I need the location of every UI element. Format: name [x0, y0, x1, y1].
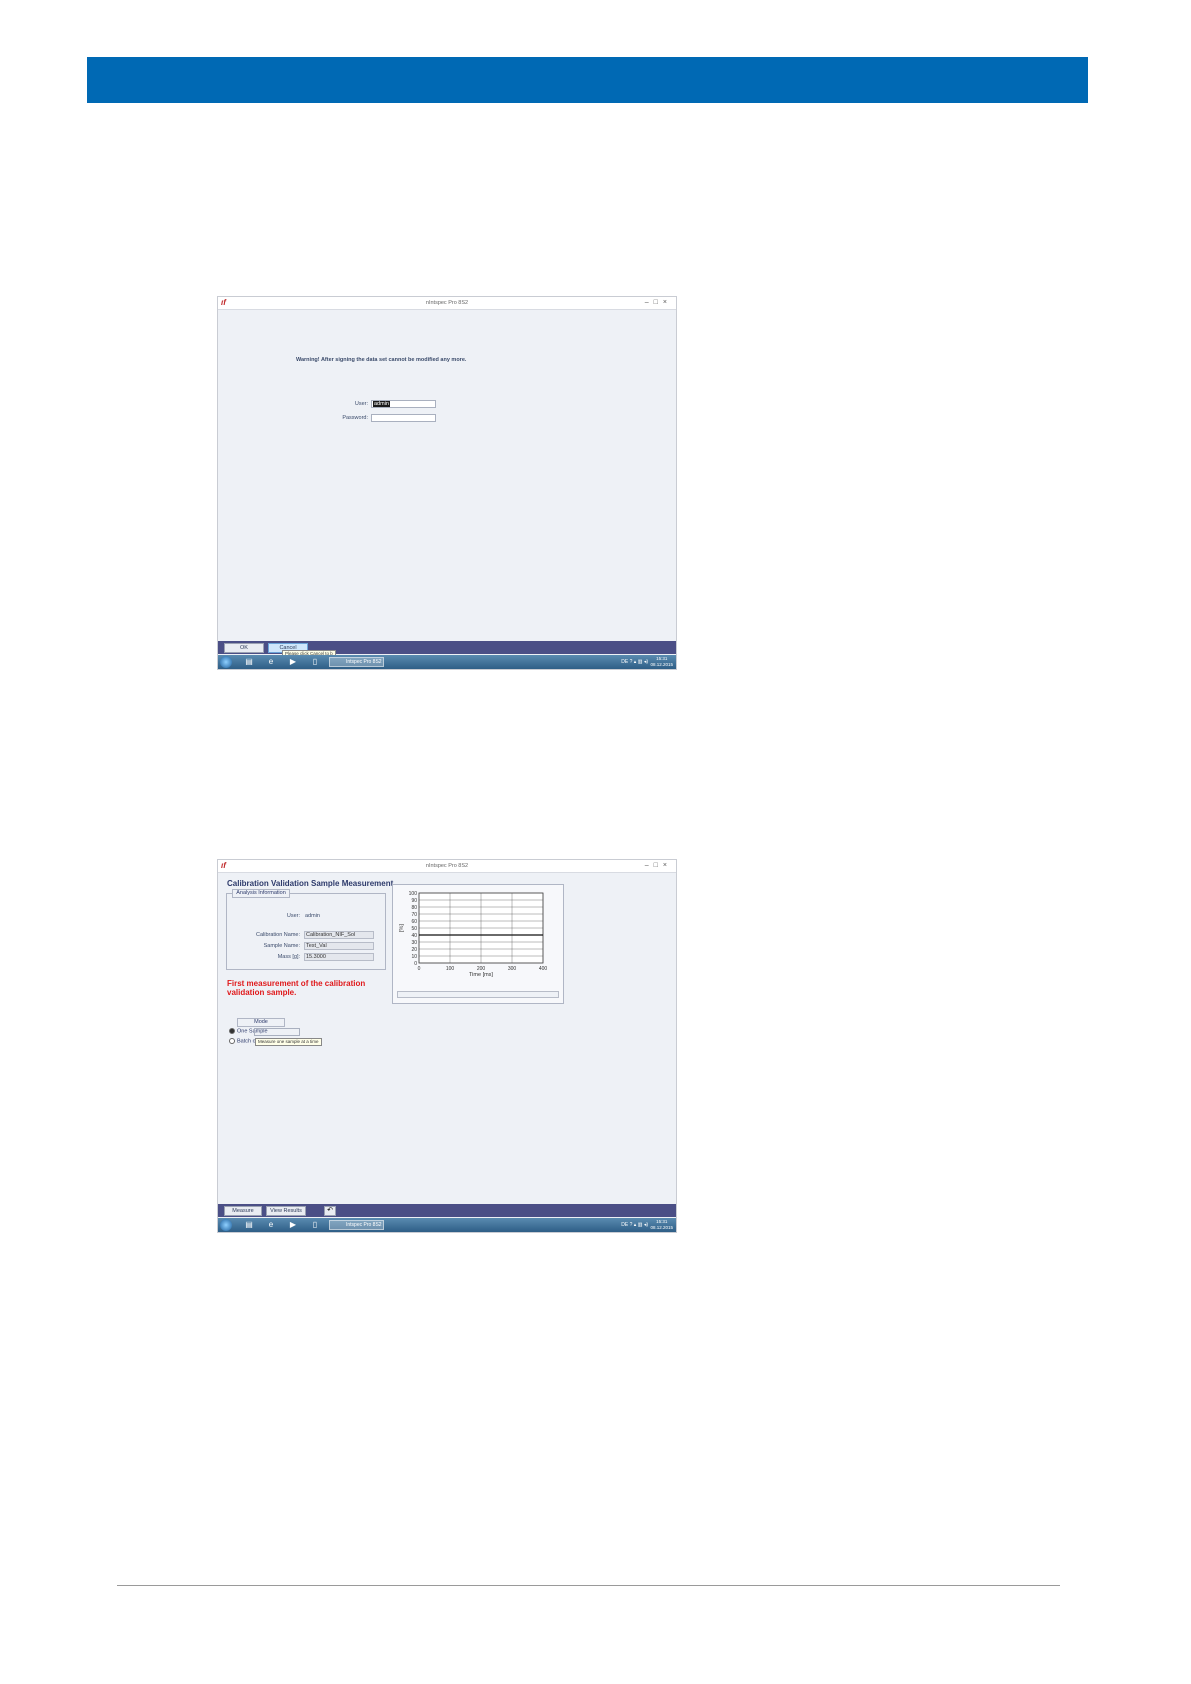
password-field[interactable]	[371, 414, 436, 422]
help-icon[interactable]: ?	[630, 1222, 633, 1228]
warning-text: Warning! After signing the data set cann…	[296, 357, 467, 363]
browser-icon[interactable]: e	[266, 1220, 276, 1230]
screen-title: Calibration Validation Sample Measuremen…	[227, 879, 394, 888]
document-icon[interactable]: ▯	[310, 1220, 320, 1230]
ok-button[interactable]: OK	[224, 643, 264, 653]
password-label: Password:	[342, 415, 368, 421]
chart-plot: 01020304050607080901000 100 200 300 400Time …	[399, 891, 548, 978]
x-tick-label: 100	[446, 966, 455, 972]
media-player-icon[interactable]: ▶	[288, 1220, 298, 1230]
user-value: admin	[305, 913, 320, 919]
clock-date: 08.12.2015	[650, 1225, 673, 1230]
user-field[interactable]: admin	[371, 400, 436, 408]
y-tick-label: 30	[411, 940, 417, 946]
system-tray[interactable]: DE ? ▴ ▥ ◂)	[621, 1221, 648, 1229]
help-icon[interactable]: ?	[630, 659, 633, 665]
start-button-icon[interactable]	[220, 1219, 232, 1231]
volume-icon[interactable]: ◂)	[644, 659, 648, 665]
sample-name-field: Test_Val	[304, 942, 374, 950]
windows-taskbar: ▤ e ▶ ▯ Intspec Pro 8S2 DE ? ▴ ▥ ◂) 15:3…	[218, 1218, 676, 1232]
document-icon[interactable]: ▯	[310, 657, 320, 667]
sample-name-label: Sample Name:	[263, 943, 300, 949]
clock-date: 08.12.2015	[650, 662, 673, 667]
mode-tooltip: Measure one sample at a time	[255, 1038, 322, 1046]
tray-clock[interactable]: 15:31 08.12.2015	[650, 656, 673, 668]
window-titlebar: ıf nIntspec Pro 8S2 –□×	[218, 297, 676, 310]
window-controls[interactable]: –□×	[645, 861, 672, 871]
explorer-icon[interactable]: ▤	[244, 1220, 254, 1230]
taskbar-app-button[interactable]: Intspec Pro 8S2	[329, 1220, 384, 1230]
browser-icon[interactable]: e	[266, 657, 276, 667]
network-icon[interactable]: ▥	[638, 659, 643, 665]
tray-language: DE	[621, 1222, 629, 1228]
user-label: User:	[286, 913, 300, 919]
y-tick-label: 80	[411, 905, 417, 911]
taskbar-app-button[interactable]: Intspec Pro 8S2	[329, 657, 384, 667]
measurement-screenshot: ıf nIntspec Pro 8S2 –□× Calibration Vali…	[217, 859, 677, 1233]
window-controls[interactable]: –□×	[645, 298, 672, 308]
view-results-button[interactable]: View Results	[266, 1206, 306, 1216]
tray-clock[interactable]: 15:31 08.12.2015	[650, 1219, 673, 1231]
y-tick-label: 70	[411, 912, 417, 918]
calibration-name-label: Calibration Name:	[255, 932, 300, 938]
calibration-name-field: Calibration_NIF_Sol	[304, 931, 374, 939]
page-footer-line	[117, 1585, 1060, 1586]
explorer-icon[interactable]: ▤	[244, 657, 254, 667]
mass-label: Mass [g]:	[277, 954, 300, 960]
y-tick-label: 40	[411, 933, 417, 939]
start-button-icon[interactable]	[220, 656, 232, 668]
window-titlebar: ıf nIntspec Pro 8S2 –□×	[218, 860, 676, 873]
media-player-icon[interactable]: ▶	[288, 657, 298, 667]
y-tick-label: 50	[411, 926, 417, 932]
y-axis-label: [%]	[399, 924, 405, 932]
status-message: First measurement of the calibration val…	[227, 979, 366, 997]
undo-icon[interactable]: ↶	[324, 1206, 336, 1216]
volume-icon[interactable]: ◂)	[644, 1222, 648, 1228]
measure-button[interactable]: Measure	[224, 1206, 262, 1216]
mode-one-sample-field	[254, 1028, 300, 1036]
signature-screenshot: ıf nIntspec Pro 8S2 –□× Warning! After s…	[217, 296, 677, 670]
y-tick-label: 60	[411, 919, 417, 925]
x-tick-label: 300	[508, 966, 517, 972]
user-label: User:	[354, 401, 368, 407]
y-tick-label: 10	[411, 954, 417, 960]
mode-batch[interactable]: Batch of	[229, 1038, 257, 1045]
window-title: nIntspec Pro 8S2	[425, 300, 469, 306]
windows-taskbar: ▤ e ▶ ▯ Intspec Pro 8S2 DE ? ▴ ▥ ◂) 15:3…	[218, 655, 676, 669]
mode-title: Mode	[237, 1018, 285, 1027]
network-icon[interactable]: ▥	[638, 1222, 643, 1228]
system-tray[interactable]: DE ? ▴ ▥ ◂)	[621, 658, 648, 666]
analysis-info-title: Analysis Information	[232, 889, 290, 898]
y-tick-label: 20	[411, 947, 417, 953]
command-bar: Measure View Results ↶	[218, 1204, 676, 1217]
x-tick-label: 0	[418, 966, 421, 972]
y-tick-label: 100	[409, 891, 418, 897]
radio-unselected-icon	[229, 1038, 235, 1044]
mass-field: 15.3000	[304, 953, 374, 961]
page-header-bar	[87, 57, 1088, 103]
x-axis-label: Time [ms]	[469, 972, 493, 978]
window-title: nIntspec Pro 8S2	[425, 863, 469, 869]
chart-status-bar	[397, 991, 559, 998]
x-tick-label: 400	[539, 966, 548, 972]
radio-selected-icon	[229, 1028, 235, 1034]
tray-language: DE	[621, 659, 629, 665]
y-tick-label: 90	[411, 898, 417, 904]
measurement-chart: 0 10 20 30 40 50 60 70 80 90 100 0 100 200 300 400 Time …	[392, 884, 564, 1004]
user-value: admin	[373, 401, 390, 407]
